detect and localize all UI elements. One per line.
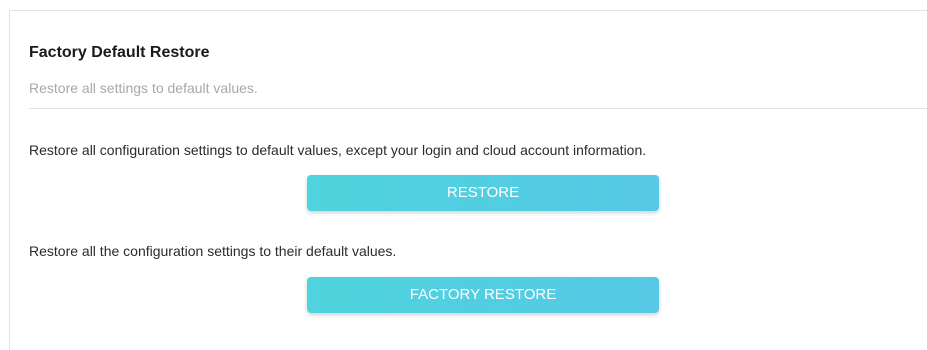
section-title: Factory Default Restore xyxy=(29,44,210,61)
section-divider xyxy=(29,108,927,109)
restore-description: Restore all configuration settings to de… xyxy=(29,142,647,158)
restore-button[interactable]: RESTORE xyxy=(307,175,659,211)
factory-restore-button[interactable]: FACTORY RESTORE xyxy=(307,277,659,313)
factory-restore-description: Restore all the configuration settings t… xyxy=(29,243,397,259)
section-subtitle: Restore all settings to default values. xyxy=(29,80,258,96)
